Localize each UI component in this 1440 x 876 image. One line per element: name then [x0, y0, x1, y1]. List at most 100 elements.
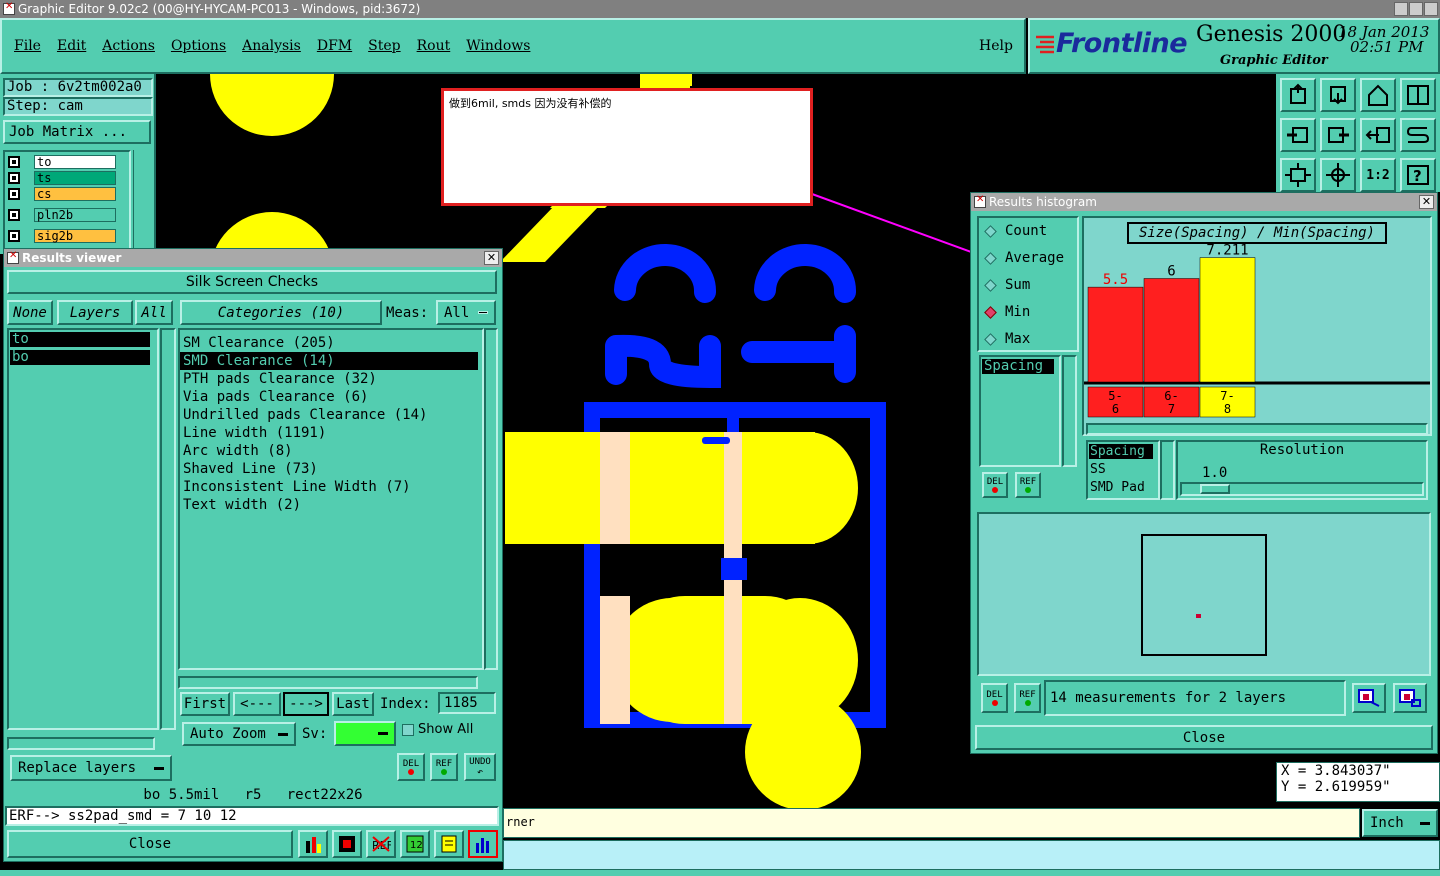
category-item[interactable]: PTH pads Clearance (32)	[180, 370, 482, 388]
results-icon-3[interactable]: REF	[366, 830, 396, 858]
menu-dfm[interactable]: DFM	[317, 38, 352, 54]
hist-right-scroll[interactable]	[1160, 440, 1175, 500]
show-all-checkbox[interactable]	[402, 724, 414, 736]
layer-check-pln2b[interactable]	[8, 209, 20, 221]
tool-pan-icon[interactable]	[1320, 158, 1356, 192]
radio-icon[interactable]	[984, 251, 997, 265]
categories-button[interactable]: Categories (10)	[180, 300, 382, 325]
results-icon-1[interactable]	[298, 830, 328, 858]
tool-right-icon[interactable]	[1320, 118, 1356, 152]
meas-dropdown[interactable]: All	[436, 300, 496, 325]
results-layer-to[interactable]: to	[10, 332, 150, 347]
results-layer-list[interactable]	[7, 328, 159, 730]
radio-icon[interactable]	[984, 224, 997, 238]
hist-left-item[interactable]: Spacing	[982, 359, 1054, 374]
option-min[interactable]: Min	[984, 304, 1030, 320]
option-average[interactable]: Average	[984, 250, 1064, 266]
del-button[interactable]: DEL	[397, 753, 425, 781]
layer-list-hscroll[interactable]	[7, 737, 155, 750]
category-item[interactable]: Line width (1191)	[180, 424, 482, 442]
preview-box[interactable]	[1141, 534, 1267, 656]
option-count[interactable]: Count	[984, 223, 1047, 239]
undo-button[interactable]: UNDO ↶	[464, 753, 496, 781]
layer-check-sig2b[interactable]	[8, 230, 20, 242]
replace-layers-dropdown[interactable]: Replace layers	[10, 755, 172, 781]
window-controls[interactable]	[1394, 2, 1438, 16]
close-icon[interactable]: ✕	[484, 251, 499, 265]
hist-right-item-selected[interactable]: Spacing	[1089, 444, 1153, 459]
hist-ref-button[interactable]: REF	[1015, 472, 1041, 498]
tool-house-icon[interactable]	[1360, 78, 1396, 112]
layer-check-cs[interactable]	[8, 188, 20, 200]
last-button[interactable]: Last	[332, 692, 374, 716]
tool-snake-icon[interactable]	[1400, 118, 1436, 152]
category-item[interactable]: Shaved Line (73)	[180, 460, 482, 478]
menu-options[interactable]: Options	[171, 38, 226, 54]
categories-hscroll[interactable]	[178, 676, 478, 689]
minimize-icon[interactable]	[1394, 2, 1408, 16]
layer-row-ts[interactable]: ts	[8, 171, 116, 185]
menu-step[interactable]: Step	[368, 38, 400, 54]
menu-edit[interactable]: Edit	[57, 38, 86, 54]
layer-row-to[interactable]: to	[8, 155, 116, 169]
category-item[interactable]: Text width (2)	[180, 496, 482, 514]
layer-name-sig2b[interactable]: sig2b	[34, 229, 116, 243]
chart-hscroll[interactable]	[1086, 423, 1428, 435]
tool-swap-icon[interactable]	[1360, 118, 1396, 152]
none-button[interactable]: None	[7, 300, 53, 325]
layer-check-to[interactable]	[8, 156, 20, 168]
units-dropdown[interactable]: Inch	[1362, 809, 1438, 837]
layer-list-vscroll[interactable]	[160, 328, 176, 730]
all-button[interactable]: All	[135, 300, 173, 325]
export-icon-2[interactable]	[1393, 683, 1427, 713]
layer-name-pln2b[interactable]: pln2b	[34, 208, 116, 222]
menu-rout[interactable]: Rout	[417, 38, 451, 54]
menu-actions[interactable]: Actions	[102, 38, 155, 54]
export-icon-1[interactable]	[1352, 683, 1386, 713]
hist-right-item[interactable]: SMD Pad	[1090, 480, 1145, 495]
next-button[interactable]: --->	[283, 692, 329, 716]
preview-del-button[interactable]: DEL	[981, 683, 1008, 713]
first-button[interactable]: First	[180, 692, 230, 716]
histogram-chart[interactable]: 5.55-666-77.2117-8	[1084, 240, 1430, 420]
categories-vscroll[interactable]	[484, 328, 498, 670]
results-close-button[interactable]: Close	[7, 830, 293, 858]
hist-left-scroll[interactable]	[1062, 355, 1077, 467]
hist-right-item[interactable]: SS	[1090, 462, 1106, 477]
tool-help-icon[interactable]: ?	[1400, 158, 1436, 192]
preview-ref-button[interactable]: REF	[1014, 683, 1041, 713]
results-icon-4[interactable]: 12	[400, 830, 430, 858]
menu-help[interactable]: Help	[979, 38, 1013, 54]
layer-row-cs[interactable]: cs	[8, 187, 116, 201]
tool-fit-icon[interactable]	[1280, 158, 1316, 192]
hist-del-button[interactable]: DEL	[982, 472, 1008, 498]
results-icon-2[interactable]	[332, 830, 362, 858]
menu-analysis[interactable]: Analysis	[242, 38, 301, 54]
tool-left-icon[interactable]	[1280, 118, 1316, 152]
tool-ratio-icon[interactable]: 1:2	[1360, 158, 1396, 192]
category-item-selected[interactable]: SMD Clearance (14)	[180, 352, 478, 370]
layer-name-cs[interactable]: cs	[34, 187, 116, 201]
category-item[interactable]: Via pads Clearance (6)	[180, 388, 482, 406]
results-icon-5[interactable]	[434, 830, 464, 858]
layers-button[interactable]: Layers	[57, 300, 133, 325]
close-icon[interactable]	[1424, 2, 1438, 16]
category-item[interactable]: Undrilled pads Clearance (14)	[180, 406, 482, 424]
annotation-note[interactable]: 做到6mil, smds 因为没有补偿的	[441, 88, 813, 206]
maximize-icon[interactable]	[1409, 2, 1423, 16]
sv-dropdown[interactable]	[334, 721, 396, 746]
results-icon-6[interactable]	[468, 830, 498, 858]
category-item[interactable]: SM Clearance (205)	[180, 334, 482, 352]
tool-down-icon[interactable]	[1320, 78, 1356, 112]
radio-icon[interactable]	[984, 278, 997, 292]
resolution-slider-thumb[interactable]	[1200, 484, 1230, 494]
auto-zoom-dropdown[interactable]: Auto Zoom	[182, 722, 296, 746]
layer-name-to[interactable]: to	[34, 155, 116, 169]
option-max[interactable]: Max	[984, 331, 1030, 347]
menu-windows[interactable]: Windows	[466, 38, 530, 54]
categories-list[interactable]: SM Clearance (205) SMD Clearance (14) PT…	[178, 328, 484, 670]
layer-row-sig2b[interactable]: sig2b	[8, 229, 116, 243]
option-sum[interactable]: Sum	[984, 277, 1030, 293]
tool-home-icon[interactable]	[1280, 78, 1316, 112]
job-matrix-button[interactable]: Job Matrix ...	[3, 120, 151, 144]
